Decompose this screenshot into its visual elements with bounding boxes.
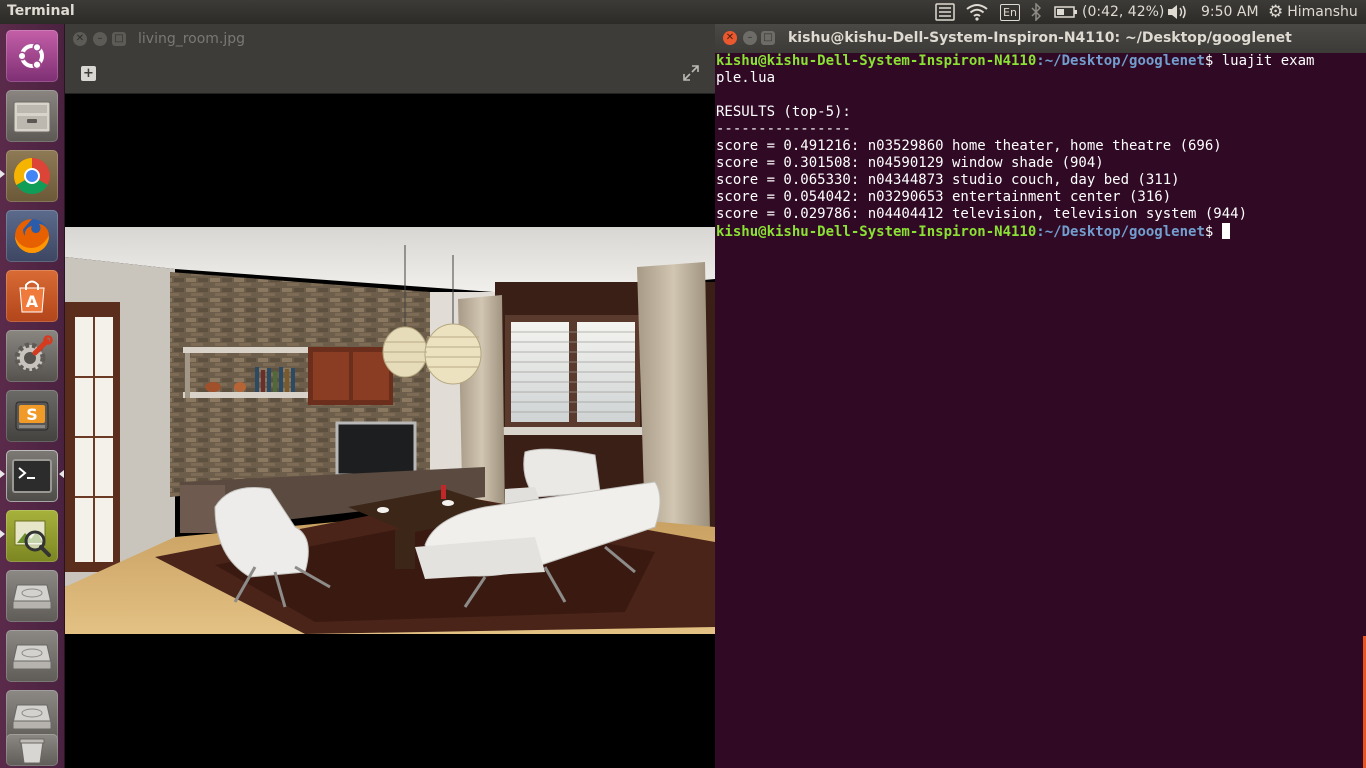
prompt-path: :~/Desktop/googlenet <box>1036 53 1205 69</box>
chrome-icon[interactable] <box>6 150 58 202</box>
prompt-symbol: $ <box>1204 224 1222 240</box>
terminal-line: ple.lua <box>716 70 776 86</box>
focused-indicator <box>59 470 64 478</box>
active-app-title: Terminal <box>7 3 75 19</box>
gear-icon: ⚙ <box>1268 2 1284 22</box>
minimize-icon[interactable]: – <box>93 32 107 46</box>
result-line: score = 0.029786: n04404412 television, … <box>716 206 1248 222</box>
volume-icon[interactable] <box>1166 0 1188 24</box>
prompt-user: kishu@kishu-Dell-System-Inspiron-N4110 <box>716 224 1037 240</box>
close-icon[interactable]: ✕ <box>723 31 737 45</box>
bluetooth-icon[interactable] <box>1031 0 1041 24</box>
image-viewer-window: ✕ – □ living_room.jpg + <box>65 24 715 768</box>
session-menu[interactable]: ⚙ Himanshu <box>1268 0 1358 24</box>
battery-icon <box>1054 6 1077 18</box>
prompt-path: :~/Desktop/googlenet <box>1036 224 1205 240</box>
svg-text:S: S <box>26 405 38 424</box>
ubuntu-dash-icon[interactable] <box>6 30 58 82</box>
terminal-output[interactable]: kishu@kishu-Dell-System-Inspiron-N4110:~… <box>716 53 1366 241</box>
terminal-title: kishu@kishu-Dell-System-Inspiron-N4110: … <box>788 30 1292 46</box>
terminal-icon[interactable] <box>6 450 58 502</box>
image-viewer-title: living_room.jpg <box>138 31 246 47</box>
system-settings-icon[interactable] <box>6 330 58 382</box>
battery-status: (0:42, 42%) <box>1082 4 1165 20</box>
software-center-icon[interactable]: A <box>6 270 58 322</box>
terminal-window[interactable]: ✕ – □ kishu@kishu-Dell-System-Inspiron-N… <box>715 24 1366 768</box>
clock[interactable]: 9:50 AM <box>1201 0 1259 24</box>
result-line: score = 0.491216: n03529860 home theater… <box>716 138 1222 154</box>
prompt-symbol: $ <box>1204 53 1222 69</box>
results-header: RESULTS (top-5): <box>716 104 851 120</box>
image-viewer-icon[interactable] <box>6 510 58 562</box>
svg-text:A: A <box>26 292 39 311</box>
files-icon[interactable] <box>6 90 58 142</box>
keyboard-layout-indicator[interactable]: En <box>1000 0 1020 24</box>
firefox-icon[interactable] <box>6 210 58 262</box>
launcher: A S <box>0 24 65 768</box>
add-icon[interactable]: + <box>81 66 96 81</box>
fullscreen-icon[interactable] <box>682 64 700 82</box>
drive-icon[interactable] <box>6 570 58 622</box>
wifi-icon[interactable] <box>966 0 988 24</box>
result-line: score = 0.301508: n04590129 window shade… <box>716 155 1104 171</box>
image-viewer-toolbar: + <box>65 54 715 94</box>
image-viewer-titlebar[interactable]: ✕ – □ living_room.jpg <box>65 24 715 54</box>
command-text: luajit exam <box>1221 53 1315 69</box>
battery-indicator[interactable]: (0:42, 42%) <box>1054 0 1164 24</box>
terminal-cursor <box>1221 223 1230 239</box>
results-divider: ---------------- <box>716 121 851 137</box>
result-line: score = 0.065330: n04344873 studio couch… <box>716 172 1180 188</box>
running-indicator <box>0 170 5 178</box>
trash-icon[interactable] <box>6 734 58 766</box>
running-indicator <box>0 470 5 478</box>
close-icon[interactable]: ✕ <box>73 32 87 46</box>
prompt-user: kishu@kishu-Dell-System-Inspiron-N4110 <box>716 53 1037 69</box>
maximize-icon[interactable]: □ <box>761 31 775 45</box>
terminal-titlebar[interactable]: ✕ – □ kishu@kishu-Dell-System-Inspiron-N… <box>715 24 1366 53</box>
terminal-line: kishu@kishu-Dell-System-Inspiron-N4110:~… <box>716 223 1366 241</box>
terminal-line: kishu@kishu-Dell-System-Inspiron-N4110:~… <box>716 53 1366 70</box>
keyboard-layout-label: En <box>1000 3 1020 21</box>
minimize-icon[interactable]: – <box>743 31 757 45</box>
top-panel: Terminal En (0:42, 42%) 9:50 AM ⚙ Himans… <box>0 0 1366 24</box>
drive-icon[interactable] <box>6 630 58 682</box>
user-name: Himanshu <box>1287 4 1358 20</box>
maximize-icon[interactable]: □ <box>112 32 126 46</box>
messaging-menu-icon[interactable] <box>935 0 955 24</box>
result-line: score = 0.054042: n03290653 entertainmen… <box>716 189 1172 205</box>
running-indicator <box>0 530 5 538</box>
living-room-image <box>65 227 715 634</box>
clock-time: 9:50 AM <box>1201 4 1259 20</box>
sublime-text-icon[interactable]: S <box>6 390 58 442</box>
